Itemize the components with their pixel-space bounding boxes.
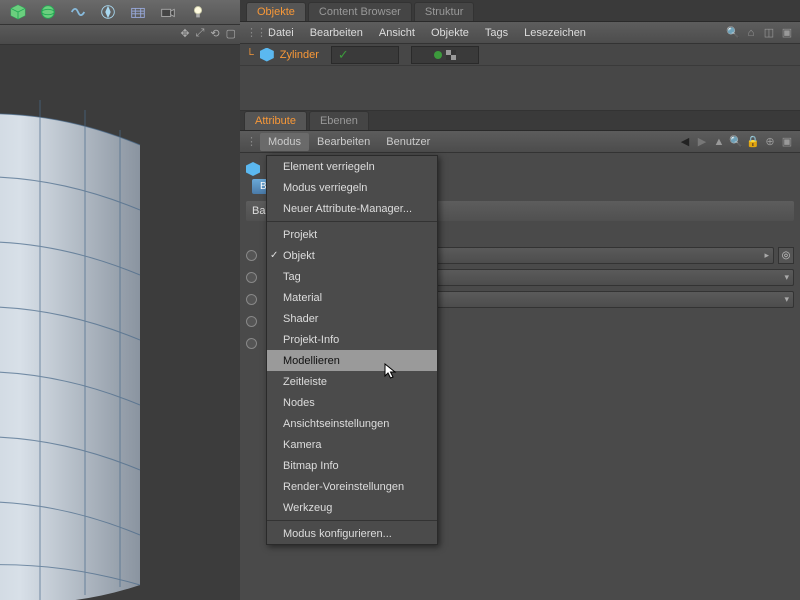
cylinder-mesh: [0, 85, 160, 600]
dd-zeitleiste[interactable]: Zeitleiste: [267, 371, 437, 392]
objects-menu: ⋮⋮⋮ Datei Bearbeiten Ansicht Objekte Tag…: [240, 22, 800, 44]
viewport-header: ✥ ⤢ ⟲ ▢: [0, 25, 240, 45]
menu-modus[interactable]: Modus: [260, 133, 309, 151]
visibility-toggle-icon[interactable]: ✓: [338, 47, 349, 63]
dd-neuer-attribute-manager[interactable]: Neuer Attribute-Manager...: [267, 198, 437, 219]
menu-objekte[interactable]: Objekte: [423, 24, 477, 42]
tab-attribute[interactable]: Attribute: [244, 111, 307, 130]
modus-dropdown: Element verriegeln Modus verriegeln Neue…: [266, 155, 438, 545]
menu-lesezeichen[interactable]: Lesezeichen: [516, 24, 594, 42]
spline-tool-icon[interactable]: [64, 1, 92, 23]
dd-render-voreinstellungen[interactable]: Render-Voreinstellungen: [267, 476, 437, 497]
tab-struktur[interactable]: Struktur: [414, 2, 475, 21]
viewport[interactable]: ✥ ⤢ ⟲ ▢: [0, 25, 240, 600]
tab-ebenen[interactable]: Ebenen: [309, 111, 369, 130]
home-icon[interactable]: ⌂: [744, 27, 758, 39]
viewport-max-icon[interactable]: ▢: [226, 27, 236, 40]
render-tag-icon[interactable]: [446, 50, 456, 60]
enable-dot-icon[interactable]: [434, 51, 442, 59]
picker-icon[interactable]: ◎: [778, 247, 794, 264]
grip-icon[interactable]: ⋮⋮⋮: [246, 135, 260, 148]
camera-tool-icon[interactable]: [154, 1, 182, 23]
up-icon[interactable]: ▲: [712, 136, 726, 148]
attribute-tabs: Attribute Ebenen: [240, 111, 800, 131]
dd-projekt-info[interactable]: Projekt-Info: [267, 329, 437, 350]
dd-element-verriegeln[interactable]: Element verriegeln: [267, 156, 437, 177]
radio-icon[interactable]: [246, 316, 257, 327]
dd-nodes[interactable]: Nodes: [267, 392, 437, 413]
search-icon[interactable]: 🔍: [729, 135, 743, 148]
dd-tag[interactable]: Tag: [267, 266, 437, 287]
tab-content-browser[interactable]: Content Browser: [308, 2, 412, 21]
search-icon[interactable]: 🔍: [726, 26, 740, 39]
dd-kamera[interactable]: Kamera: [267, 434, 437, 455]
cube-tool-icon[interactable]: [4, 1, 32, 23]
expand-icon[interactable]: ▣: [780, 135, 794, 148]
radio-icon[interactable]: [246, 272, 257, 283]
generator-tool-icon[interactable]: [94, 1, 122, 23]
tab-objekte[interactable]: Objekte: [246, 2, 306, 21]
cylinder-object-icon: [260, 48, 274, 62]
dd-objekt[interactable]: ✓Objekt: [267, 245, 437, 266]
menu-bearbeiten[interactable]: Bearbeiten: [302, 24, 371, 42]
objects-empty-area[interactable]: [240, 66, 800, 111]
back-icon[interactable]: ◀: [678, 135, 692, 148]
sphere-tool-icon[interactable]: [34, 1, 62, 23]
menu-ansicht[interactable]: Ansicht: [371, 24, 423, 42]
viewport-rotate-icon[interactable]: ⟲: [210, 27, 219, 40]
dd-bitmap-info[interactable]: Bitmap Info: [267, 455, 437, 476]
dd-modellieren[interactable]: Modellieren: [267, 350, 437, 371]
menu-datei[interactable]: Datei: [260, 24, 302, 42]
dd-modus-verriegeln[interactable]: Modus verriegeln: [267, 177, 437, 198]
radio-icon[interactable]: [246, 294, 257, 305]
forward-icon[interactable]: ▶: [695, 135, 709, 148]
menu-benutzer[interactable]: Benutzer: [378, 133, 438, 151]
primitive-toolbar: [0, 0, 240, 25]
radio-icon[interactable]: [246, 250, 257, 261]
attribute-menu: ⋮⋮⋮ Modus Bearbeiten Benutzer ◀ ▶ ▲ 🔍 🔒 …: [240, 131, 800, 153]
dropdown-field[interactable]: ▾: [435, 269, 794, 286]
dd-ansichtseinstellungen[interactable]: Ansichtseinstellungen: [267, 413, 437, 434]
dropdown-field[interactable]: ▸: [435, 247, 774, 264]
light-tool-icon[interactable]: [184, 1, 212, 23]
dd-werkzeug[interactable]: Werkzeug: [267, 497, 437, 518]
dd-shader[interactable]: Shader: [267, 308, 437, 329]
deformer-tool-icon[interactable]: [124, 1, 152, 23]
view-icon[interactable]: ◫: [762, 26, 776, 39]
dd-projekt[interactable]: Projekt: [267, 224, 437, 245]
viewport-nav-icon[interactable]: ✥: [180, 27, 189, 40]
viewport-zoom-icon[interactable]: ⤢: [196, 27, 205, 40]
radio-icon[interactable]: [246, 338, 257, 349]
object-type-icon: [246, 162, 260, 176]
dropdown-field[interactable]: ▾: [435, 291, 794, 308]
dd-modus-konfigurieren[interactable]: Modus konfigurieren...: [267, 523, 437, 544]
object-row-zylinder[interactable]: └ Zylinder ✓: [240, 44, 800, 66]
menu-bearbeiten-attr[interactable]: Bearbeiten: [309, 133, 378, 151]
menu-tags[interactable]: Tags: [477, 24, 516, 42]
objects-tabs: Objekte Content Browser Struktur: [240, 0, 800, 22]
new-icon[interactable]: ⊕: [763, 135, 777, 148]
lock-icon[interactable]: 🔒: [746, 135, 760, 148]
check-icon: ✓: [270, 250, 278, 261]
grip-icon[interactable]: ⋮⋮⋮: [246, 26, 260, 39]
collapse-icon[interactable]: ▣: [780, 26, 794, 39]
object-name[interactable]: Zylinder: [280, 49, 319, 61]
dd-material[interactable]: Material: [267, 287, 437, 308]
